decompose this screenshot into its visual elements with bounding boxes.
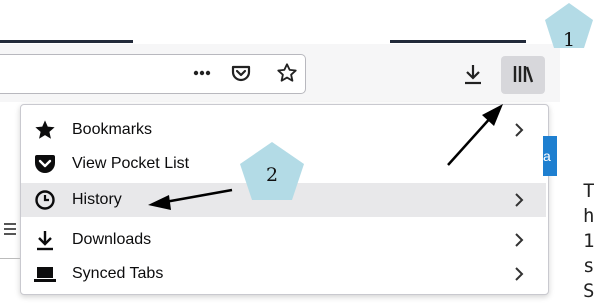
annotation-overlay — [148, 3, 593, 210]
arrow-2-head — [148, 195, 171, 210]
step-1-label: 1 — [562, 29, 576, 51]
step-2-label: 2 — [265, 164, 279, 186]
arrow-1 — [447, 114, 494, 166]
arrow-2 — [164, 188, 233, 204]
